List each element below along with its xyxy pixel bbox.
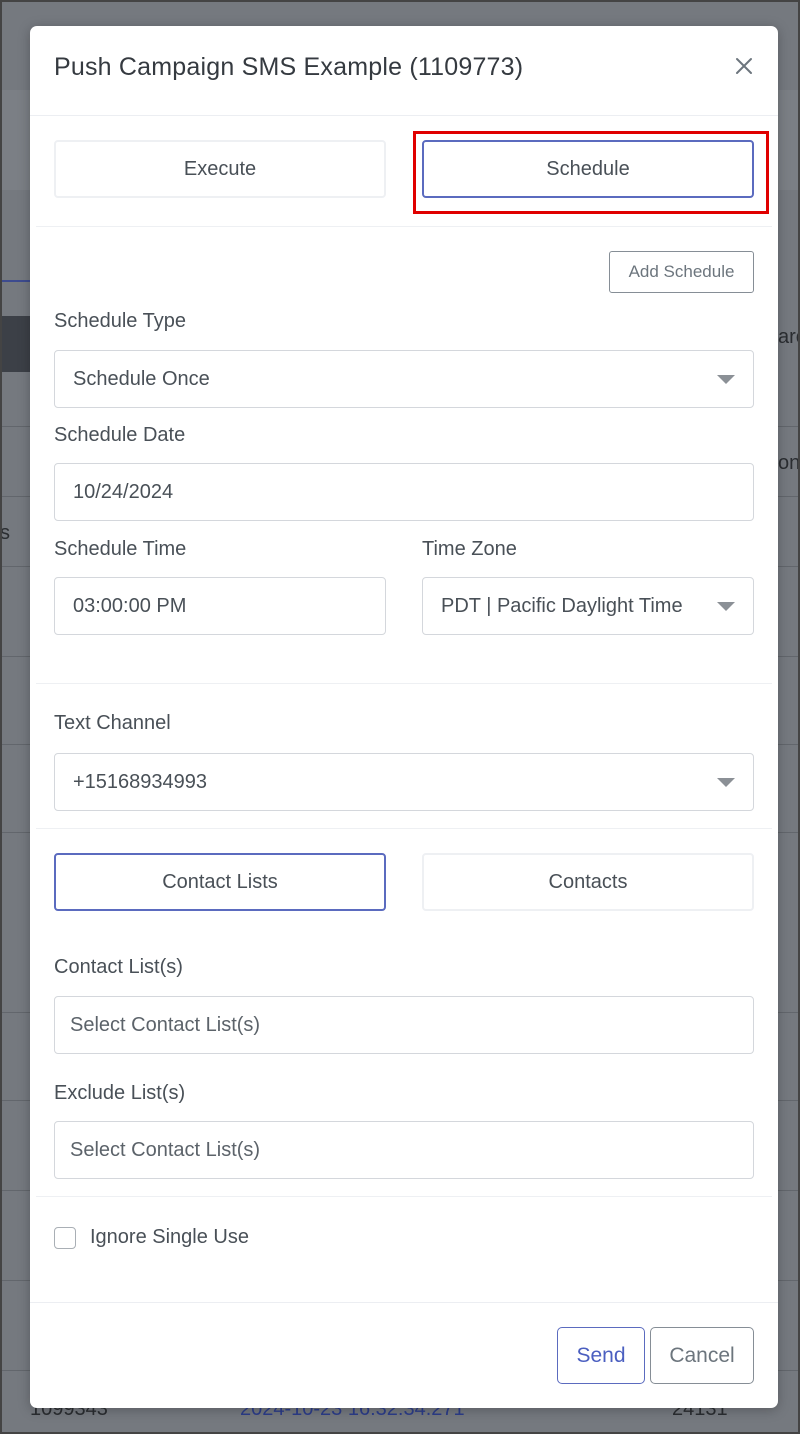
ignore-single-use-label[interactable]: Ignore Single Use [90,1226,249,1249]
footer-divider [30,1302,778,1303]
background-text-fragment: s [0,522,10,544]
schedule-date-label: Schedule Date [54,424,186,446]
text-channel-label: Text Channel [54,712,171,734]
schedule-time-input[interactable]: 03:00:00 PM [54,577,386,635]
contacts-tab[interactable]: Contacts [422,853,754,911]
time-zone-select[interactable]: PDT | Pacific Daylight Time [422,577,754,635]
schedule-date-input[interactable]: 10/24/2024 [54,463,754,521]
contact-lists-select[interactable]: Select Contact List(s) [54,996,754,1054]
exclude-lists-label: Exclude List(s) [54,1082,186,1104]
section-divider [36,828,772,829]
background-text-fragment: arch [778,326,800,348]
schedule-time-label: Schedule Time [54,538,187,560]
background-divider [0,280,30,282]
contact-lists-label: Contact List(s) [54,956,183,978]
text-channel-value: +15168934993 [73,770,208,793]
chevron-down-icon [717,778,735,787]
chevron-down-icon [717,602,735,611]
section-divider [36,1196,772,1197]
contact-lists-placeholder: Select Contact List(s) [70,1013,261,1036]
text-channel-select[interactable]: +15168934993 [54,753,754,811]
ignore-single-use-checkbox[interactable] [54,1227,76,1249]
execute-tab[interactable]: Execute [54,140,386,198]
exclude-lists-select[interactable]: Select Contact List(s) [54,1121,754,1179]
close-button[interactable] [730,52,758,80]
schedule-type-select[interactable]: Schedule Once [54,350,754,408]
close-icon [736,58,752,74]
background-text-fragment: on [778,452,800,474]
modal-header: Push Campaign SMS Example (1109773) [30,26,778,116]
time-zone-label: Time Zone [422,538,517,560]
add-schedule-button[interactable]: Add Schedule [609,251,754,293]
modal-title: Push Campaign SMS Example (1109773) [54,53,524,81]
contact-lists-tab[interactable]: Contact Lists [54,853,386,911]
background-accent-band [0,316,30,372]
section-divider [36,683,772,684]
push-campaign-modal: Push Campaign SMS Example (1109773) Exec… [30,26,778,1408]
section-divider [36,226,772,227]
time-zone-value: PDT | Pacific Daylight Time [441,594,683,617]
send-button[interactable]: Send [557,1327,645,1384]
exclude-lists-placeholder: Select Contact List(s) [70,1138,261,1161]
cancel-button[interactable]: Cancel [650,1327,754,1384]
chevron-down-icon [717,375,735,384]
schedule-type-label: Schedule Type [54,310,186,332]
schedule-time-value: 03:00:00 PM [73,594,187,617]
schedule-date-value: 10/24/2024 [73,480,174,503]
schedule-tab[interactable]: Schedule [422,140,754,198]
schedule-type-value: Schedule Once [73,367,210,390]
